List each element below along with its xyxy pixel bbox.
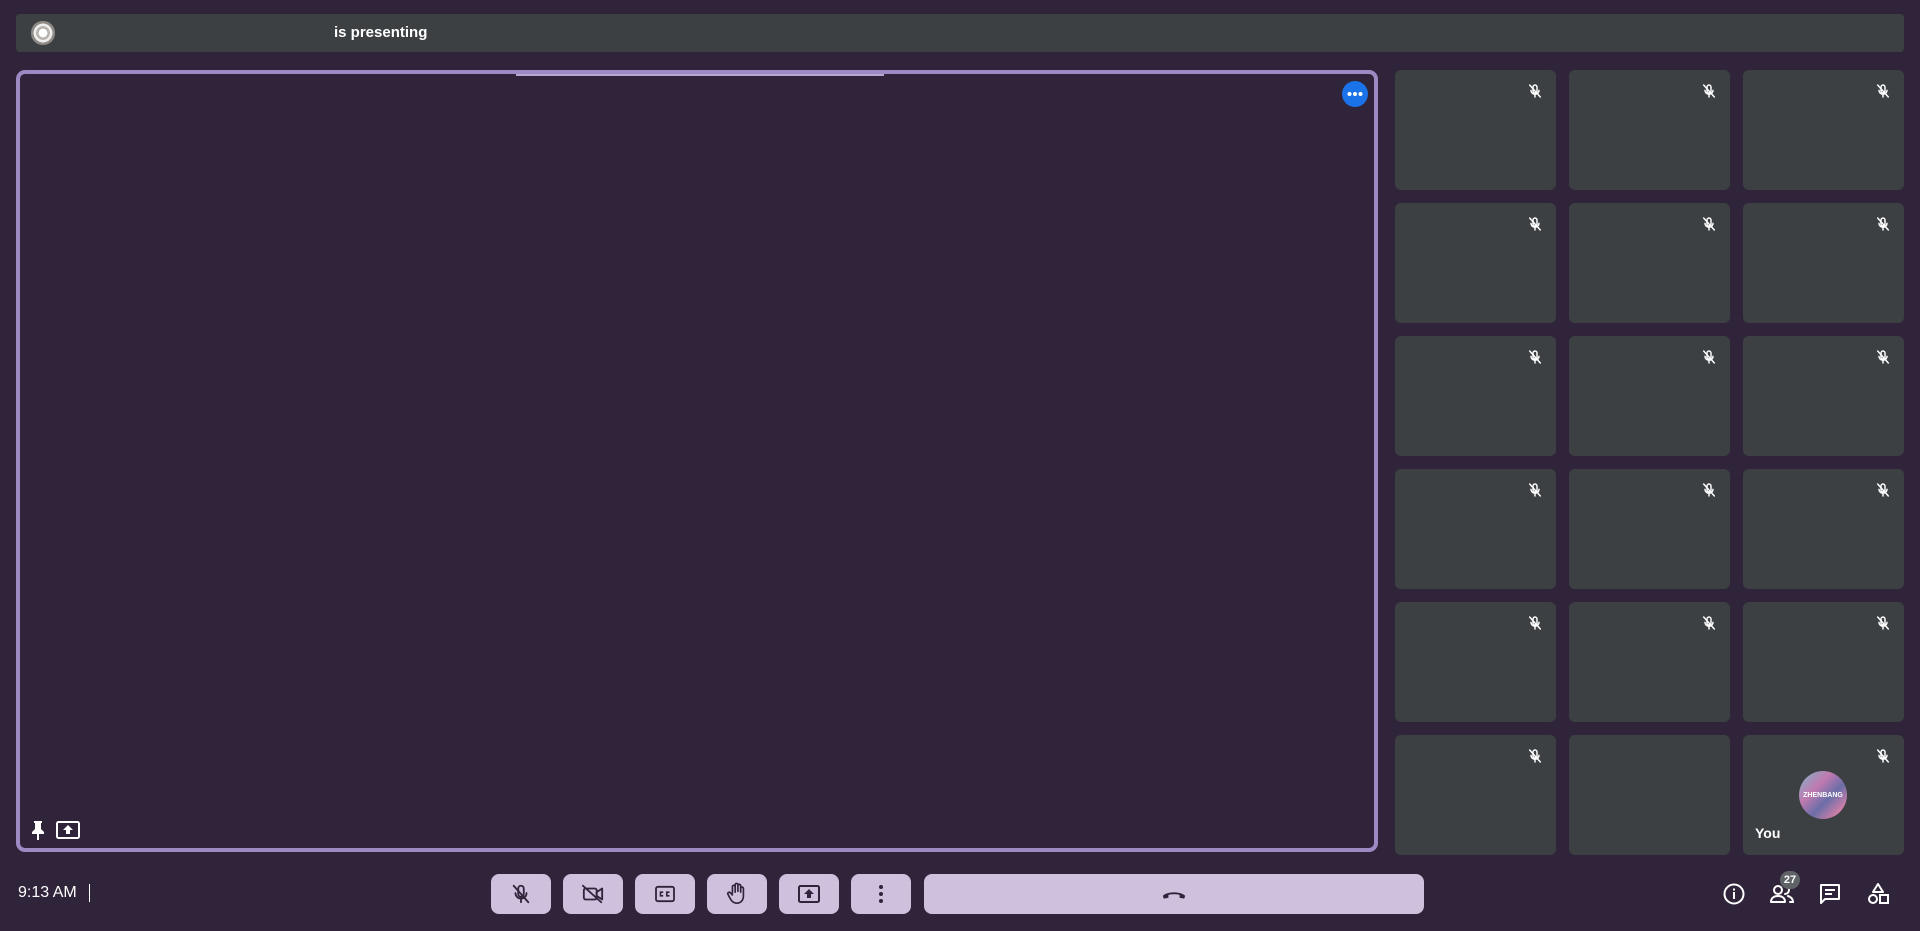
bottom-bar: 9:13 AM 27 (0, 860, 1920, 931)
mic-off-icon (1526, 747, 1544, 765)
participant-tile[interactable] (1395, 735, 1556, 855)
participant-tile[interactable] (1743, 336, 1904, 456)
participant-tile[interactable] (1743, 602, 1904, 722)
participant-tile[interactable] (1743, 469, 1904, 589)
clock-divider (89, 884, 90, 902)
raise-hand-button[interactable] (707, 874, 767, 914)
mic-off-icon (1700, 481, 1718, 499)
mic-off-icon (1874, 348, 1892, 366)
participant-tile[interactable] (1395, 602, 1556, 722)
mic-off-icon (1526, 348, 1544, 366)
people-button[interactable]: 27 (1768, 871, 1800, 908)
activities-button[interactable] (1864, 880, 1892, 908)
more-options-button[interactable] (851, 874, 911, 914)
camera-button[interactable] (563, 874, 623, 914)
mic-off-icon (1874, 481, 1892, 499)
call-end-icon (1161, 888, 1187, 900)
mic-off-icon (1700, 348, 1718, 366)
participant-tile[interactable] (1569, 336, 1730, 456)
info-icon (1722, 882, 1746, 906)
mic-off-icon (1526, 82, 1544, 100)
closed-caption-icon (654, 885, 676, 903)
mic-off-icon (1700, 82, 1718, 100)
present-button[interactable] (779, 874, 839, 914)
presenting-banner: is presenting (16, 14, 1904, 52)
participant-tile[interactable] (1395, 70, 1556, 190)
participant-tile[interactable] (1569, 203, 1730, 323)
mic-off-icon (1874, 82, 1892, 100)
self-avatar: ZHENBANG (1799, 771, 1847, 819)
participant-tile[interactable] (1743, 203, 1904, 323)
meeting-info-button[interactable] (1720, 880, 1748, 908)
captions-button[interactable] (635, 874, 695, 914)
self-tile[interactable]: ZHENBANG You (1743, 735, 1904, 855)
mic-off-icon (1874, 614, 1892, 632)
videocam-off-icon (581, 883, 605, 905)
mic-button[interactable] (491, 874, 551, 914)
more-horizontal-icon[interactable] (1342, 81, 1368, 107)
participant-tile[interactable] (1569, 735, 1730, 855)
present-to-all-icon (797, 884, 821, 904)
mic-off-icon (1874, 747, 1892, 765)
mic-off-icon (1874, 215, 1892, 233)
presenting-label: is presenting (334, 24, 428, 41)
chat-button[interactable] (1816, 880, 1844, 908)
present-to-all-icon[interactable] (56, 820, 80, 840)
mic-off-icon (1700, 614, 1718, 632)
participant-tile[interactable] (1569, 70, 1730, 190)
hand-icon (726, 882, 748, 906)
participant-tile[interactable] (1569, 602, 1730, 722)
participant-tile[interactable] (1395, 203, 1556, 323)
mic-off-icon (510, 883, 532, 905)
mic-off-icon (1526, 481, 1544, 499)
mic-off-icon (1700, 215, 1718, 233)
mic-off-icon (1526, 215, 1544, 233)
presentation-stage[interactable] (16, 70, 1378, 852)
stage-top-indicator (516, 74, 884, 76)
presenter-avatar (31, 21, 55, 45)
leave-call-button[interactable] (924, 874, 1424, 914)
meeting-clock: 9:13 AM (18, 884, 77, 901)
participant-tile[interactable] (1569, 469, 1730, 589)
participant-tile[interactable] (1743, 70, 1904, 190)
self-label: You (1755, 825, 1781, 841)
participant-tile[interactable] (1395, 469, 1556, 589)
more-vertical-icon (878, 884, 884, 904)
activities-icon (1866, 882, 1890, 906)
pin-icon[interactable] (28, 820, 48, 840)
chat-icon (1818, 882, 1842, 906)
participant-tile[interactable] (1395, 336, 1556, 456)
people-count-badge: 27 (1780, 871, 1800, 889)
mic-off-icon (1526, 614, 1544, 632)
